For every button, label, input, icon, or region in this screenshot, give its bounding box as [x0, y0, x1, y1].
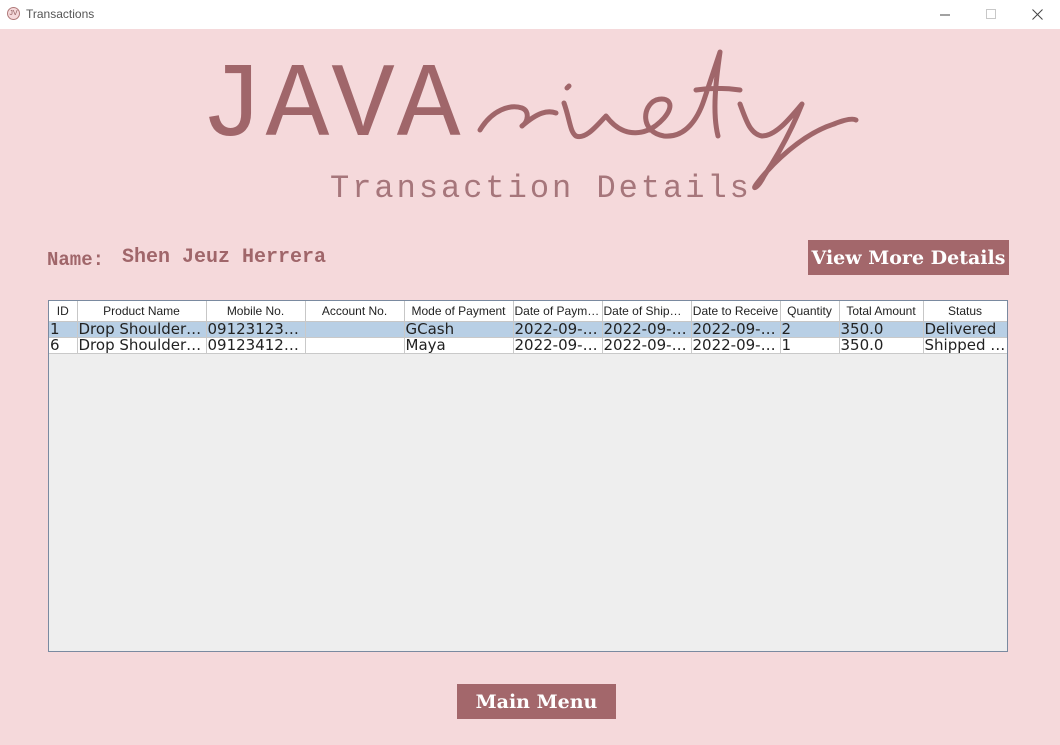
column-header-mobile-no[interactable]: Mobile No.	[205, 301, 306, 322]
cell-mode-of-payment[interactable]: Maya	[403, 337, 514, 354]
column-header-date-of-payment[interactable]: Date of Payment	[512, 301, 603, 322]
maximize-icon	[985, 9, 996, 19]
view-more-details-button[interactable]: View More Details	[808, 240, 1009, 275]
cell-date-of-shipment[interactable]: 2022-09-21	[601, 337, 692, 354]
cell-date-of-payment[interactable]: 2022-09-17	[512, 321, 603, 338]
main-menu-button[interactable]: Main Menu	[457, 684, 616, 719]
window-title: Transactions	[26, 7, 95, 21]
cell-id[interactable]: 6	[49, 337, 78, 354]
customer-name-label: Name:	[47, 249, 105, 271]
cell-total-amount[interactable]: 350.0	[838, 337, 924, 354]
table-row[interactable]: 1 Drop Shoulder Top 09123123123 GCash 20…	[49, 321, 1007, 338]
close-button[interactable]	[1014, 0, 1060, 29]
column-header-product-name[interactable]: Product Name	[76, 301, 207, 322]
minimize-button[interactable]	[922, 0, 968, 29]
cell-product-name[interactable]: Drop Shoulder Top	[76, 337, 207, 354]
close-icon	[1031, 9, 1043, 20]
column-header-account-no[interactable]: Account No.	[304, 301, 405, 322]
cell-account-no[interactable]	[304, 321, 405, 338]
cell-status[interactable]: Delivered	[922, 321, 1007, 338]
cell-quantity[interactable]: 2	[779, 321, 840, 338]
page-subtitle: Transaction Details	[330, 170, 752, 207]
column-header-id[interactable]: ID	[49, 301, 78, 322]
minimize-icon	[939, 14, 950, 16]
customer-name-value: Shen Jeuz Herrera	[122, 246, 327, 269]
app-icon: JV	[7, 7, 20, 20]
table-header-row: ID Product Name Mobile No. Account No. M…	[49, 301, 1007, 322]
cell-quantity[interactable]: 1	[779, 337, 840, 354]
column-header-total-amount[interactable]: Total Amount	[838, 301, 924, 322]
cell-date-to-receive[interactable]: 2022-09-21	[690, 321, 781, 338]
column-header-quantity[interactable]: Quantity	[779, 301, 840, 322]
column-header-date-to-receive[interactable]: Date to Receive	[690, 301, 781, 322]
cell-id[interactable]: 1	[49, 321, 78, 338]
cell-mobile-no[interactable]: 09123412345	[205, 337, 306, 354]
table-row[interactable]: 6 Drop Shoulder Top 09123412345 Maya 202…	[49, 337, 1007, 354]
maximize-button[interactable]	[968, 0, 1014, 29]
cell-mobile-no[interactable]: 09123123123	[205, 321, 306, 338]
transactions-table[interactable]: ID Product Name Mobile No. Account No. M…	[48, 300, 1008, 652]
cell-account-no[interactable]	[304, 337, 405, 354]
column-header-date-of-shipment[interactable]: Date of Shipment	[601, 301, 692, 322]
column-header-status[interactable]: Status	[922, 301, 1007, 322]
cell-total-amount[interactable]: 350.0	[838, 321, 924, 338]
cell-date-of-payment[interactable]: 2022-09-21	[512, 337, 603, 354]
column-header-mode-of-payment[interactable]: Mode of Payment	[403, 301, 514, 322]
cell-product-name[interactable]: Drop Shoulder Top	[76, 321, 207, 338]
logo-java-text: JAVA	[200, 47, 463, 167]
window-titlebar: JV Transactions	[0, 0, 1060, 29]
cell-date-of-shipment[interactable]: 2022-09-17	[601, 321, 692, 338]
cell-date-to-receive[interactable]: 2022-09-25	[690, 337, 781, 354]
cell-mode-of-payment[interactable]: GCash	[403, 321, 514, 338]
cell-status[interactable]: Shipped Out	[922, 337, 1007, 354]
